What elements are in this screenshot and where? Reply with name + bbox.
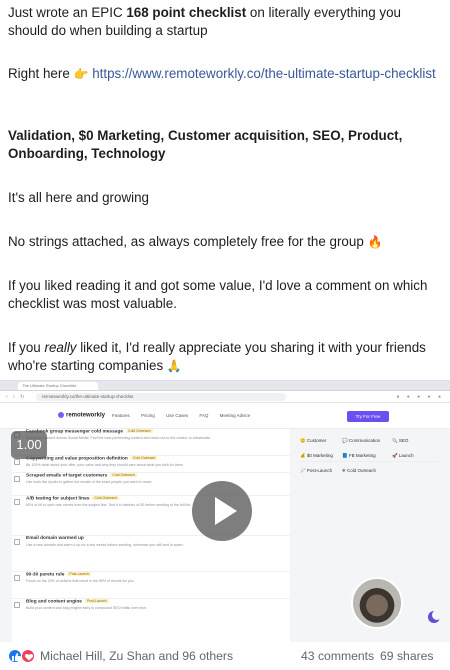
chip-launch: 🚀 Launch <box>392 453 414 458</box>
checkbox-icon <box>14 602 20 608</box>
browser-url: remoteworkly.co/the-ultimate-startup-che… <box>36 393 286 401</box>
fire-icon: 🔥 <box>367 235 383 249</box>
presenter-webcam-bubble <box>351 577 403 629</box>
pointing-hand-icon: 👉 <box>73 67 89 81</box>
checklist-item: Email domain warmed up Use a new domain a… <box>12 536 290 572</box>
checklist-item: Scraped emails of target customers Cold O… <box>12 473 290 496</box>
checklist-content: Facebook group messenger cold message Col… <box>12 429 290 642</box>
tag-badge: Cold Outreach <box>126 429 153 433</box>
checkbox-icon <box>14 539 20 545</box>
tag-badge: Cold Outreach <box>110 473 137 477</box>
tag-badge: Post-Launch <box>84 599 109 603</box>
site-nav-link: Use Cases <box>166 413 189 418</box>
love-reaction-icon[interactable] <box>21 649 35 663</box>
checklist-link[interactable]: https://www.remoteworkly.co/the-ultimate… <box>92 66 436 81</box>
post-paragraph-1: Just wrote an EPIC 168 point checklist o… <box>8 4 444 39</box>
post-paragraph-5: No strings attached, as always completel… <box>8 233 382 252</box>
checklist-item: Blog and content engine Post-Launch Build … <box>12 599 290 629</box>
chip-post-launch: 📈 Post-Launch <box>300 468 333 473</box>
chip-customer: 🙂 Customer <box>300 438 327 443</box>
post-italic-text: really <box>44 340 77 355</box>
site-logo-text: remoteworkly <box>66 412 106 419</box>
tag-badge: Post-Launch <box>67 572 92 576</box>
post-text: Right here <box>8 66 74 81</box>
divider <box>298 461 438 462</box>
chip-zero-marketing: 💰 $0 Marketing <box>300 453 333 458</box>
checklist-item: Facebook group messenger cold message Col… <box>12 429 290 456</box>
playback-speed-button[interactable]: 1.00 <box>11 431 47 459</box>
tag-badge: Cold Outreach <box>130 456 158 460</box>
post-text: Just wrote an EPIC <box>8 5 127 20</box>
like-reaction-icon[interactable] <box>8 649 22 663</box>
checkbox-icon <box>14 499 20 505</box>
checkbox-icon <box>14 459 20 465</box>
post-footer: Michael Hill, Zu Shan and 96 others 43 c… <box>0 643 450 670</box>
dark-mode-icon <box>428 610 442 623</box>
browser-nav-icons: ‹ › ↻ <box>6 394 27 400</box>
post-paragraph-6: If you liked reading it and got some val… <box>8 278 428 311</box>
logo-icon <box>58 412 64 418</box>
site-logo: remoteworkly <box>58 412 105 419</box>
shares-count-link[interactable]: 69 shares <box>380 649 434 663</box>
checklist-item: Copywriting and value proposition defini… <box>12 456 290 473</box>
post-paragraph-2: Right here 👉 https://www.remoteworkly.co… <box>8 65 436 84</box>
browser-tab-bar: The Ultimate Startup Checklist <box>0 381 450 391</box>
post-text: If you <box>8 340 45 355</box>
play-icon <box>215 497 237 525</box>
post-text: No strings attached, as always completel… <box>8 234 368 249</box>
reactions-names-link[interactable]: Michael Hill, Zu Shan and 96 others <box>40 649 233 663</box>
site-nav-link: Pricing <box>141 413 155 418</box>
checklist-item: 90-30 paretu rule Post-Launch Focus on the… <box>12 572 290 599</box>
site-nav-link: Features <box>112 413 130 418</box>
tag-badge: Cold Outreach <box>92 496 120 500</box>
checkbox-icon <box>14 476 20 482</box>
try-for-free-button: Try For Free <box>347 411 389 422</box>
browser-tab: The Ultimate Startup Checklist <box>18 382 98 390</box>
browser-url-bar: ‹ › ↻ remoteworkly.co/the-ultimate-start… <box>0 391 450 403</box>
play-button[interactable] <box>192 481 252 541</box>
site-navbar: remoteworkly Features Pricing Use Cases … <box>0 403 450 429</box>
folded-hands-icon: 🙏 <box>166 358 182 373</box>
post-paragraph-7: If you really liked it, I'd really appre… <box>8 339 444 375</box>
chip-cold-outreach: ❄ Cold Outreach <box>342 468 377 473</box>
post-paragraph-3: Validation, $0 Marketing, Customer acqui… <box>8 127 444 162</box>
chip-fb-marketing: 📘 FB Marketing <box>342 453 376 458</box>
chip-seo: 🔍 SEO <box>392 438 409 443</box>
post-bold-text: Validation, $0 Marketing, Customer acqui… <box>8 128 403 161</box>
checkbox-icon <box>14 575 20 581</box>
comments-count-link[interactable]: 43 comments <box>301 649 374 663</box>
post-bold-text: 168 point checklist <box>126 5 247 20</box>
site-nav-link: FAQ <box>199 413 209 418</box>
video-player[interactable]: The Ultimate Startup Checklist ‹ › ↻ rem… <box>0 380 450 642</box>
site-nav-link: Meeting Advice <box>219 413 251 418</box>
post-paragraph-4: It's all here and growing <box>8 190 150 205</box>
chip-communication: 💬 Communication <box>342 438 381 443</box>
site-nav-links: Features Pricing Use Cases FAQ Meeting A… <box>112 413 260 418</box>
browser-extension-icons: ● ● ● ● ● <box>396 394 444 400</box>
